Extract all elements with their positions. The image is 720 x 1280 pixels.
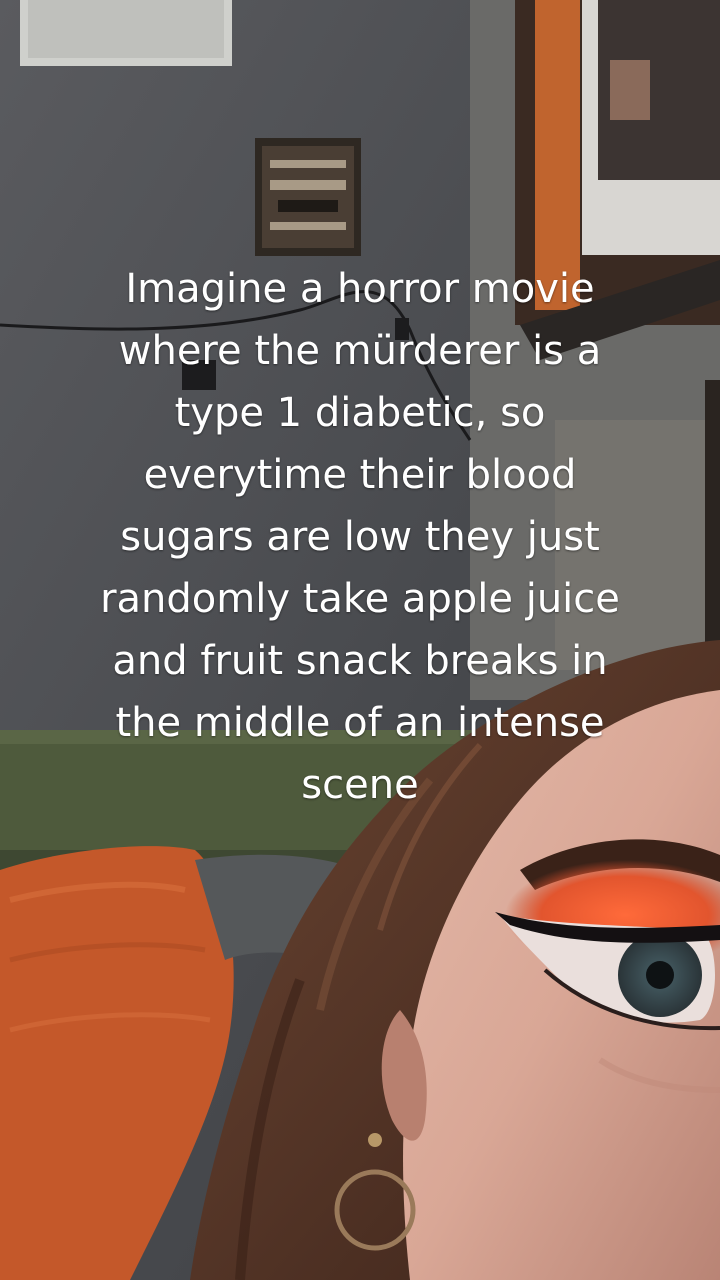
caption-line: sugars are low they just (120, 514, 600, 560)
caption-line: and fruit snack breaks in (112, 638, 608, 684)
caption-line: everytime their blood (143, 452, 577, 498)
caption-line: randomly take apple juice (100, 576, 620, 622)
caption-line: the middle of an intense (115, 700, 605, 746)
caption-line: type 1 diabetic, so (174, 390, 546, 436)
caption-line: where the mürderer is a (118, 328, 602, 374)
caption-line: scene (301, 762, 419, 808)
caption-text: Imagine a horror movie where the mürdere… (40, 258, 680, 816)
video-frame: Imagine a horror movie where the mürdere… (0, 0, 720, 1280)
caption-line: Imagine a horror movie (125, 266, 595, 312)
